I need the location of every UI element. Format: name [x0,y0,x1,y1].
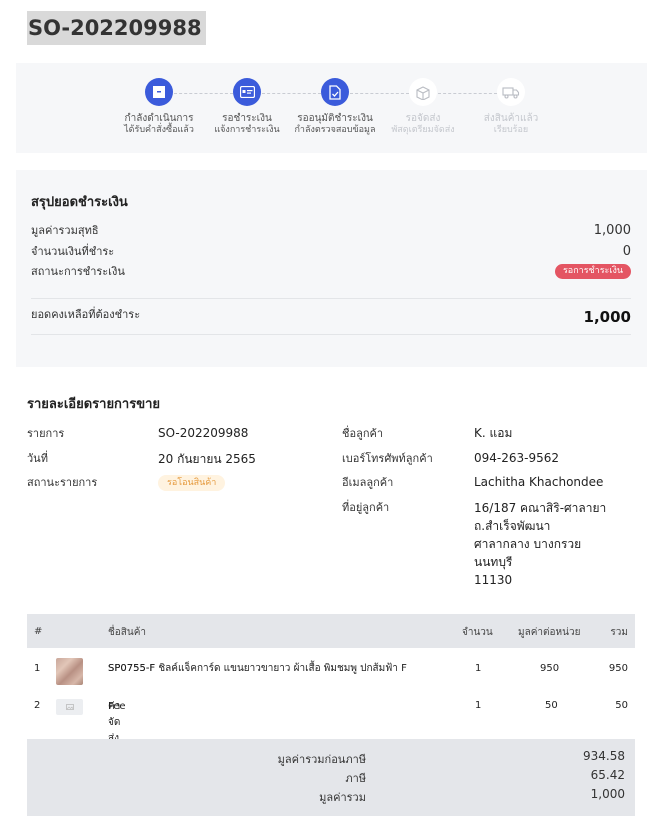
grand-total-label: มูลค่ารวม [319,791,366,804]
net-total-value: 1,000 [593,223,631,238]
step-shipped: ส่งสินค้าแล้ว เรียบร้อย [463,78,559,136]
customer-email-label: อีเมลลูกค้า [342,476,394,489]
header-total: รวม [610,627,628,638]
table-header: # ชื่อสินค้า จำนวน มูลค่าต่อหน่วย รวม [27,614,635,648]
table-row: 2 ค่าจัดส่ง Fee 1 50 50 [34,699,628,744]
card-icon [233,78,261,106]
truck-icon [497,78,525,106]
divider [31,334,631,335]
customer-email-value: Lachitha Khachondee [474,475,604,489]
table-totals: มูลค่ารวมก่อนภาษี 934.58 ภาษี 65.42 มูลค… [27,739,635,816]
customer-name-value: K. แอม [474,426,513,440]
date-label: วันที่ [27,452,48,465]
unit-price-cell: 50 [545,700,558,711]
order-label: รายการ [27,427,65,440]
image-placeholder-icon [56,699,83,715]
document-check-icon [321,78,349,106]
paid-amount-value: 0 [622,244,631,259]
header-unit-price: มูลค่าต่อหน่วย [518,627,581,638]
package-icon [409,78,437,106]
order-status-badge: รอโอนสินค้า [158,475,226,491]
step-processing: กำลังดำเนินการ ได้รับคำสั่งซื้อแล้ว [111,78,207,136]
divider [31,298,631,299]
order-status-label: สถานะรายการ [27,476,98,489]
payment-status-badge: รอการชำระเงิน [554,264,631,279]
header-product-name: ชื่อสินค้า [108,627,147,638]
details-title: รายละเอียดรายการขาย [27,397,161,412]
box-icon [145,78,173,106]
grand-total-value: 1,000 [590,787,625,801]
order-progress-stepper: กำลังดำเนินการ ได้รับคำสั่งซื้อแล้ว รอชำ… [16,63,647,153]
qty-cell: 1 [475,700,482,711]
header-qty: จำนวน [462,627,493,638]
order-value: SO-202209988 [158,426,249,440]
subtotal-value: 934.58 [583,749,625,763]
step-awaiting-payment: รอชำระเงิน แจ้งการชำระเงิน [199,78,295,136]
date-value: 20 กันยายน 2565 [158,452,256,466]
tax-value: 65.42 [590,768,625,782]
tax-label: ภาษี [345,772,366,785]
customer-name-label: ชื่อลูกค้า [342,427,384,440]
payment-summary-panel: สรุปยอดชำระเงิน มูลค่ารวมสุทธิ 1,000 จำน… [16,170,647,367]
balance-value: 1,000 [583,308,631,326]
payment-status-row: สถานะการชำระเงิน รอการชำระเงิน [31,264,631,280]
balance-row: ยอดคงเหลือที่ต้องชำระ 1,000 [31,308,631,326]
paid-amount-row: จำนวนเงินที่ชำระ 0 [31,244,631,259]
header-no: # [34,626,43,637]
items-table: # ชื่อสินค้า จำนวน มูลค่าต่อหน่วย รวม 1 … [27,614,635,744]
step-awaiting-shipment: รอจัดส่ง พัสดุเตรียมจัดส่ง [375,78,471,136]
row-no: 2 [34,700,41,711]
customer-address-value: 16/187 คณาสิริ-ศาลายา ถ.สำเร็จพัฒนา ศาลา… [474,501,607,587]
customer-phone-label: เบอร์โทรศัพท์ลูกค้า [342,452,433,465]
order-id-title: SO-202209988 [27,11,206,45]
subtotal-label: มูลค่ารวมก่อนภาษี [277,753,366,766]
customer-address-label: ที่อยู่ลูกค้า [342,501,390,514]
step-payment-approval: รออนุมัติชำระเงิน กำลังตรวจสอบข้อมูล [287,78,383,136]
net-total-row: มูลค่ารวมสุทธิ 1,000 [31,223,631,238]
customer-phone-value: 094-263-9562 [474,451,560,465]
summary-title: สรุปยอดชำระเงิน [31,195,128,210]
total-cell: 50 [615,700,628,711]
